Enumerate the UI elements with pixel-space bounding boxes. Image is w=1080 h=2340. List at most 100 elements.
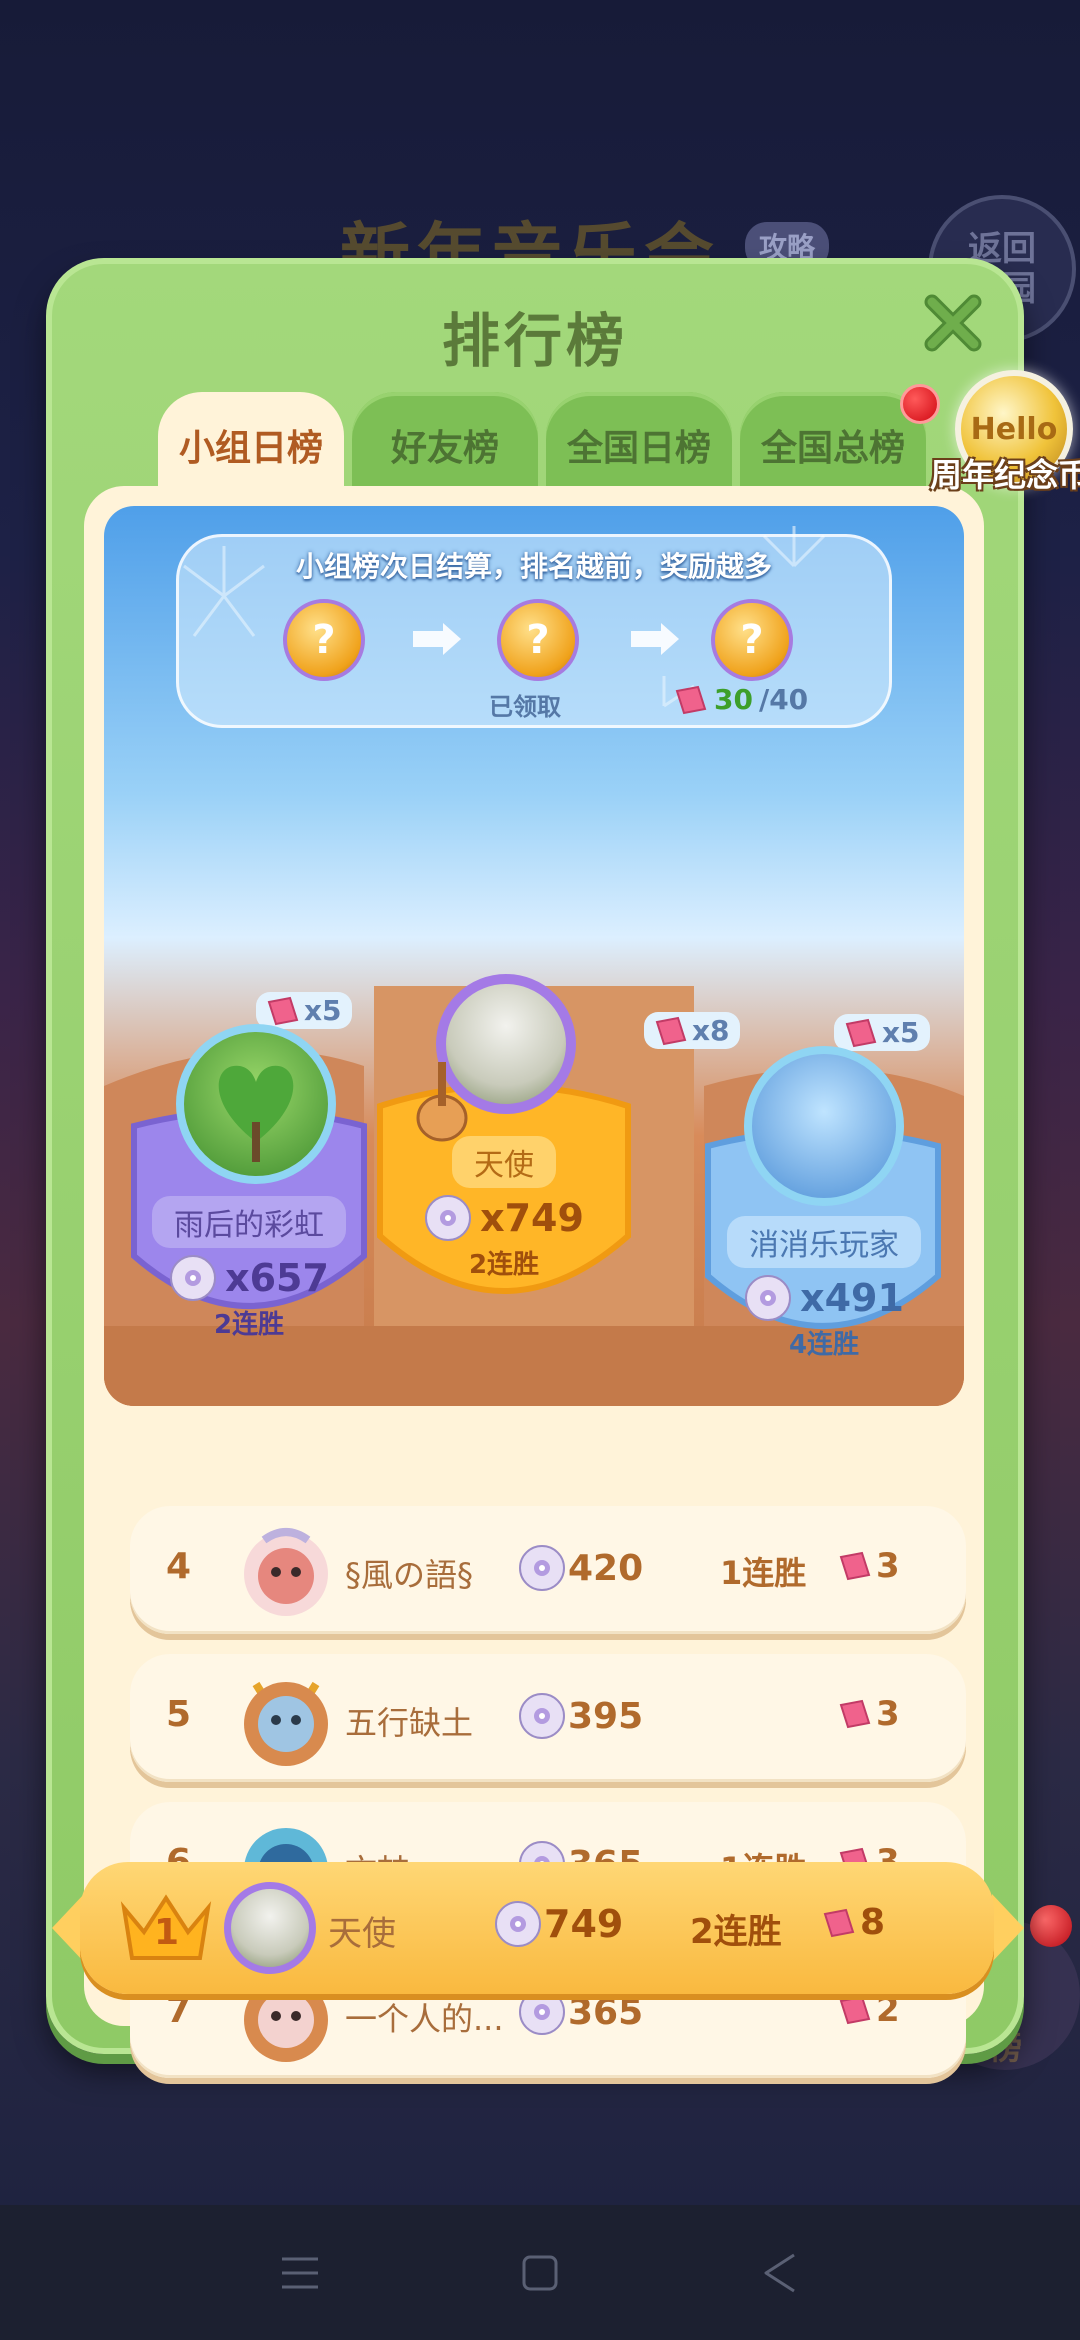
ticket-icon [655,1016,687,1045]
third-tickets-bubble: x5 [834,1014,930,1051]
tab-bar: 小组日榜 好友榜 全国日榜 全国总榜 [158,392,926,492]
cd-disc-icon [170,1255,217,1301]
third-score: x491 [800,1276,904,1320]
close-icon [924,294,982,352]
cd-disc-icon [519,1989,565,2035]
dialog-title: 排行榜 [441,307,628,375]
player-name: §風の語§ [345,1556,474,1594]
ticket-icon [823,1908,855,1937]
cd-disc-icon [425,1195,472,1241]
score-row: 420 [518,1544,643,1592]
reward-progress: 30/40 [674,683,808,716]
ticket-icon [839,1699,871,1729]
table-row[interactable]: 4 §風の語§ 420 1连胜 3 [130,1506,966,1634]
table-row[interactable]: 5 五行缺土 395 3 [130,1654,966,1782]
cd-disc-icon [495,1901,541,1947]
player-score: 395 [568,1695,644,1737]
tab-national-total[interactable]: 全国总榜 [740,392,926,492]
reward-box-3[interactable]: ? [711,599,793,681]
second-score-row: x657 [169,1254,329,1302]
anniversary-coin-label: 周年纪念币 [930,456,1080,494]
my-score: 749 [544,1902,624,1946]
reward-box-1[interactable]: ? [283,599,365,681]
menu-icon [282,2257,318,2288]
progress-current: 30 [714,683,753,716]
second-place-info: 雨后的彩虹 x657 2连胜 [152,1196,346,1341]
tickets-row: 2 [838,1990,900,2030]
back-button[interactable] [750,2243,810,2303]
menu-button[interactable] [270,2243,330,2303]
square-home-icon [522,2255,558,2290]
second-score: x657 [225,1256,329,1300]
tickets-row: 3 [838,1546,900,1586]
arrow-right-icon [631,623,679,655]
score-row: 395 [518,1692,643,1740]
player-name: 五行缺土 [345,1704,474,1742]
first-score-row: x749 [424,1194,584,1242]
ticket-icon [839,1551,871,1581]
leaderboard-dialog: 排行榜 小组日榜 好友榜 全国日榜 全国总榜 小组榜次日结算，排名越前，奖励越多… [46,258,1024,2078]
my-score-row: 749 [494,1900,623,1948]
cd-disc-icon [519,1693,565,1739]
cd-disc-icon [519,1545,565,1591]
second-tickets-bubble: x5 [256,992,352,1029]
reindeer-avatar-icon [244,1681,328,1766]
first-tickets-bubble: x8 [644,1012,740,1049]
coin-text: Hello [970,411,1058,447]
question-mark-icon: ? [312,617,336,663]
first-tickets: x8 [692,1014,730,1047]
tickets-row: 3 [838,1694,900,1734]
my-avatar [224,1882,316,1974]
first-score: x749 [480,1196,584,1240]
my-rank-bar-right-cap [992,1894,1024,1962]
player-tickets: 2 [876,1990,900,2030]
player-score: 420 [568,1547,644,1589]
player-streak: 1连胜 [720,1554,807,1592]
tab-group-daily[interactable]: 小组日榜 [158,392,344,492]
ticket-icon [675,685,707,714]
sheep-avatar-icon [244,1528,328,1616]
home-button[interactable] [510,2243,570,2303]
third-place-avatar[interactable] [744,1046,904,1206]
notification-dot [1030,1905,1072,1947]
second-tickets: x5 [304,994,342,1027]
third-score-row: x491 [744,1274,904,1322]
first-streak: 2连胜 [468,1250,540,1280]
first-name: 天使 [452,1136,556,1188]
question-mark-icon: ? [526,617,550,663]
leaderboard-content: 小组榜次日结算，排名越前，奖励越多 ? ? 已领取 ? 30/40 x5 雨后的… [84,486,984,2078]
podium-stage: 小组榜次日结算，排名越前，奖励越多 ? ? 已领取 ? 30/40 x5 雨后的… [104,506,964,1406]
my-name: 天使 [328,1914,396,1954]
my-streak: 2连胜 [690,1912,782,1952]
reward-claimed-label: 已领取 [489,693,561,721]
player-tickets: 3 [876,1546,900,1586]
my-tickets-row: 8 [822,1902,885,1943]
player-score: 365 [568,1991,644,2033]
ticket-icon [845,1018,877,1047]
third-streak: 4连胜 [788,1330,860,1360]
tab-national-daily[interactable]: 全国日榜 [546,392,732,492]
tab-friends[interactable]: 好友榜 [352,392,538,492]
rank-number: 4 [166,1546,192,1587]
second-streak: 2连胜 [213,1310,285,1340]
reward-message: 小组榜次日结算，排名越前，奖励越多 [295,550,772,583]
guitar-icon [416,1062,468,1142]
rank-number: 7 [166,1990,192,2031]
third-tickets: x5 [882,1016,920,1049]
second-place-avatar[interactable] [176,1024,336,1184]
score-row: 365 [518,1988,643,2036]
question-mark-icon: ? [740,617,764,663]
close-button[interactable] [916,286,990,360]
my-rank-bar[interactable]: 1 天使 749 2连胜 8 [80,1862,994,1994]
ticket-icon [267,996,299,1025]
third-place-info: 消消乐玩家 x491 4连胜 [724,1216,924,1361]
rank-number: 5 [166,1694,192,1735]
third-name: 消消乐玩家 [727,1216,921,1268]
heart-tree-icon [218,1065,294,1162]
reward-info-card: 小组榜次日结算，排名越前，奖励越多 ? ? 已领取 ? 30/40 [176,534,892,728]
reward-box-2[interactable]: ? [497,599,579,681]
my-rank-number: 1 [154,1912,180,1953]
second-name: 雨后的彩虹 [152,1196,346,1248]
tab-notification-dot [900,384,940,424]
system-navigation-bar [0,2205,1080,2340]
